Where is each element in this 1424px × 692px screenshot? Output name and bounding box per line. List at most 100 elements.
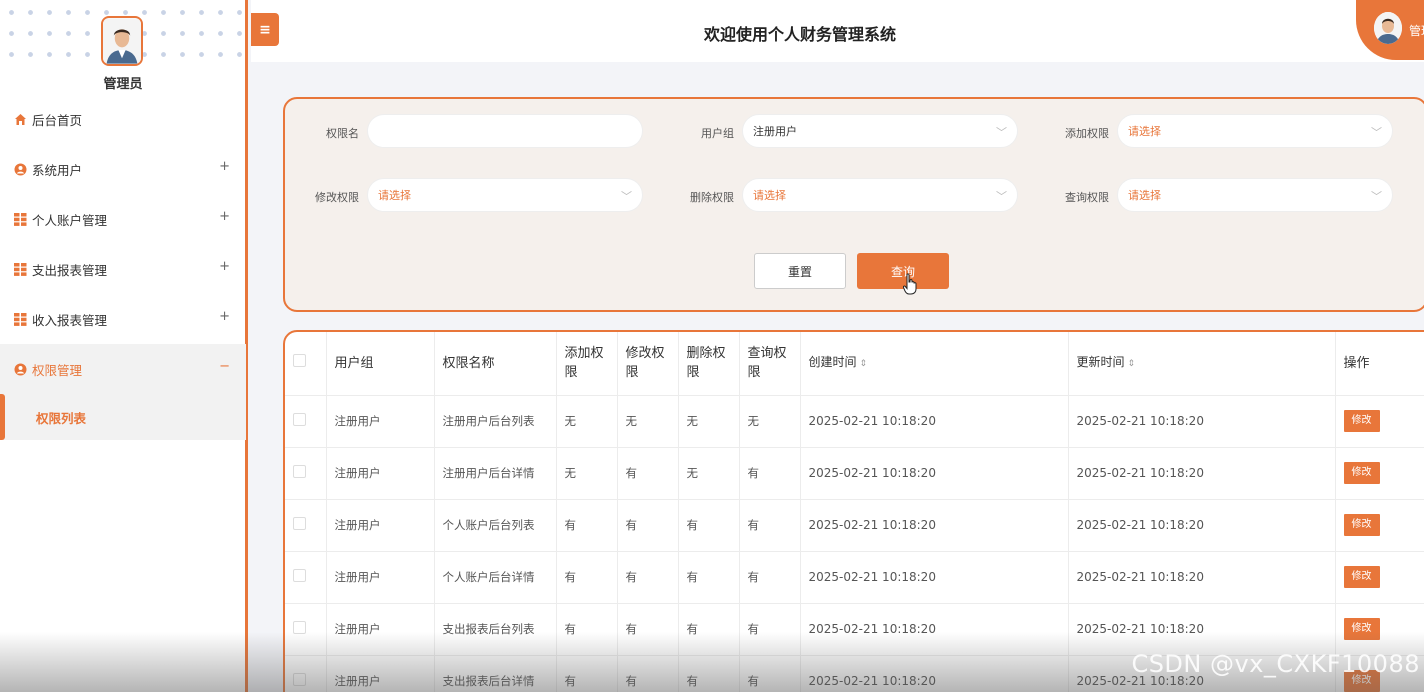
column-header-edit: 修改权限 [617,332,679,396]
sidebar-item-income-reports[interactable]: 收入报表管理 + [0,294,246,344]
delete-permission-select[interactable]: 请选择 ﹀ [742,178,1018,212]
watermark: CSDN @vx_CXKF10088 [1131,650,1420,678]
table-body: 注册用户 注册用户后台列表无无无无 2025-02-21 10:18:20 2025-… [285,395,1424,692]
menu-toggle-button[interactable]: ≡ [251,13,279,46]
user-group-value: 注册用户 [753,125,797,138]
sidebar-item-personal-accounts[interactable]: 个人账户管理 + [0,194,246,244]
user-group-select[interactable]: 注册用户 ﹀ [742,114,1018,148]
row-select-cell[interactable] [285,395,327,448]
query-permission-placeholder: 请选择 [1128,189,1161,202]
cell-add-permission: 有 [556,551,618,604]
edit-button[interactable]: 修改 [1343,410,1380,432]
sidebar-item-label: 后台首页 [32,112,83,128]
sidebar-item-system-users[interactable]: 系统用户 + [0,144,246,194]
row-select-cell[interactable] [285,655,327,692]
cell-actions: 修改 [1335,395,1424,448]
cell-actions: 修改 [1335,499,1424,552]
admin-name: 管理员 [103,77,143,92]
table-row: 注册用户 个人账户后台详情有有有有 2025-02-21 10:18:20 2025-… [285,551,1424,604]
user-icon [14,363,27,376]
sidebar-subitem-permission-list[interactable]: 权限列表 [0,394,246,440]
edit-permission-select[interactable]: 请选择 ﹀ [367,178,643,212]
column-header-updated[interactable]: 更新时间 ⇕ [1068,332,1336,396]
sort-icon[interactable]: ⇕ [860,359,868,369]
table-row: 注册用户 注册用户后台详情无有无有 2025-02-21 10:18:20 2025-… [285,447,1424,500]
query-permission-select[interactable]: 请选择 ﹀ [1117,178,1393,212]
cell-updated-time: 2025-02-21 10:18:20 [1068,499,1336,552]
avatar-image [103,18,141,64]
sidebar-item-expense-reports[interactable]: 支出报表管理 + [0,244,246,294]
expand-icon[interactable]: + [219,209,230,224]
sidebar-item-home[interactable]: 后台首页 [0,94,246,144]
cell-updated-time: 2025-02-21 10:18:20 [1068,447,1336,500]
row-select-cell[interactable] [285,551,327,604]
edit-button[interactable]: 修改 [1343,514,1380,536]
row-select-cell[interactable] [285,499,327,552]
row-select-cell[interactable] [285,447,327,500]
page-title: 欢迎使用个人财务管理系统 [703,25,896,44]
expand-icon[interactable]: + [219,309,230,324]
row-checkbox[interactable] [293,569,306,582]
add-permission-select[interactable]: 请选择 ﹀ [1117,114,1393,148]
table-row: 注册用户 支出报表后台列表有有有有 2025-02-21 10:18:20 2025-… [285,603,1424,656]
chevron-down-icon: ﹀ [1371,126,1382,139]
sort-icon[interactable]: ⇕ [1128,359,1136,369]
cell-delete-permission: 有 [678,603,740,656]
cell-edit-permission: 有 [617,655,679,692]
edit-button[interactable]: 修改 [1343,566,1380,588]
column-header-delete: 删除权限 [678,332,740,396]
row-select-cell[interactable] [285,603,327,656]
chevron-down-icon: ﹀ [621,190,632,203]
chevron-down-icon: ﹀ [1371,190,1382,203]
cell-add-permission: 有 [556,603,618,656]
column-header-permission-name: 权限名称 [434,332,557,396]
sidebar-item-label: 支出报表管理 [32,262,108,278]
hand-cursor-icon [903,273,917,295]
chevron-down-icon: ﹀ [996,126,1007,139]
row-checkbox[interactable] [293,673,306,686]
row-checkbox[interactable] [293,621,306,634]
cell-delete-permission: 有 [678,551,740,604]
hamburger-icon: ≡ [259,21,271,38]
cell-permission-name: 注册用户后台列表 [434,395,557,448]
row-checkbox[interactable] [293,517,306,530]
add-permission-label: 添加权限 [1065,127,1109,140]
expand-icon[interactable]: + [219,259,230,274]
home-icon [14,113,27,126]
reset-button[interactable]: 重置 [754,253,846,289]
sidebar: 管理员 后台首页 系统用户 + 个人账户管理 + 支出报表管理 + 收入报表管理… [0,0,248,692]
sidebar-item-permissions[interactable]: 权限管理 − [0,344,246,394]
cell-query-permission: 有 [739,499,801,552]
cell-created-time: 2025-02-21 10:18:20 [800,499,1069,552]
sidebar-subitem-label: 权限列表 [36,410,87,426]
expand-icon[interactable]: + [219,159,230,174]
cell-updated-time: 2025-02-21 10:18:20 [1068,551,1336,604]
user-avatar [1374,12,1402,44]
cell-permission-name: 支出报表后台列表 [434,603,557,656]
column-header-created[interactable]: 创建时间 ⇕ [800,332,1069,396]
column-header-query: 查询权限 [739,332,801,396]
permission-name-input[interactable] [367,114,643,148]
edit-button[interactable]: 修改 [1343,618,1380,640]
collapse-icon[interactable]: − [219,359,230,374]
row-checkbox[interactable] [293,465,306,478]
search-panel: 权限名 用户组 注册用户 ﹀ 添加权限 请选择 ﹀ 修改权限 请选择 ﹀ 删除权… [283,97,1424,312]
column-header-label: 更新时间 [1076,354,1125,369]
cell-created-time: 2025-02-21 10:18:20 [800,447,1069,500]
query-permission-label: 查询权限 [1065,191,1109,204]
column-header-actions: 操作 [1335,332,1424,396]
permissions-table: 用户组 权限名称 添加权限 修改权限 删除权限 查询权限 创建时间 ⇕ 更新时间 ⇕… [285,332,1424,692]
cell-created-time: 2025-02-21 10:18:20 [800,395,1069,448]
cell-created-time: 2025-02-21 10:18:20 [800,551,1069,604]
edit-button[interactable]: 修改 [1343,462,1380,484]
select-all-cell[interactable] [285,332,327,396]
table-row: 注册用户 注册用户后台列表无无无无 2025-02-21 10:18:20 2025-… [285,395,1424,448]
chevron-down-icon: ﹀ [996,190,1007,203]
sidebar-item-label: 权限管理 [32,362,83,378]
row-checkbox[interactable] [293,413,306,426]
cell-user-group: 注册用户 [326,395,435,448]
avatar-image [1374,12,1402,44]
select-all-checkbox[interactable] [293,353,306,367]
admin-avatar[interactable] [101,16,143,66]
user-name: 管理 [1409,24,1424,38]
